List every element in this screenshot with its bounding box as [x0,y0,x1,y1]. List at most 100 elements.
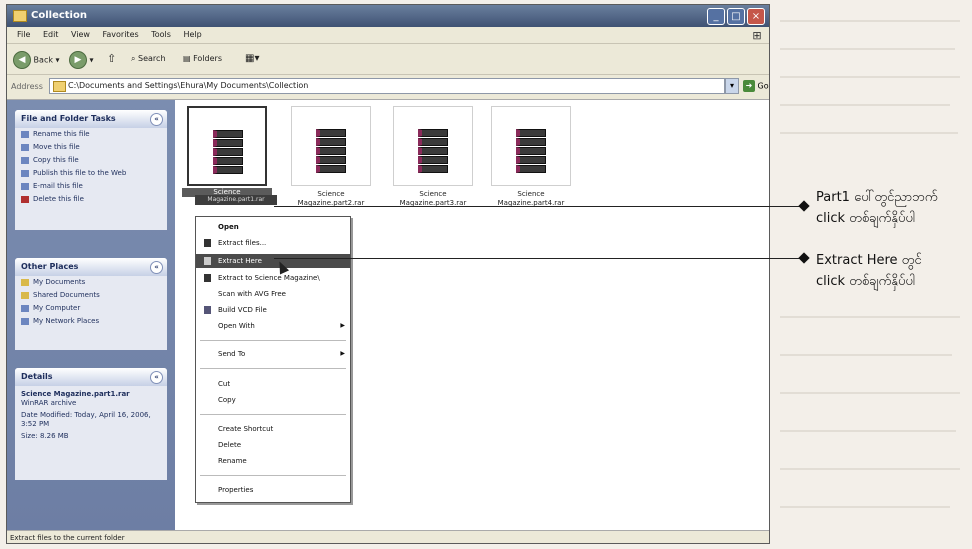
details-size: Size: 8.26 MB [21,432,69,440]
menu-file[interactable]: File [17,30,30,39]
folders-button[interactable]: ▤ Folders [183,51,222,67]
folders-icon: ▤ [183,54,191,63]
delete-x-icon [21,195,29,203]
toolbar: ◀ Back ▾ ▶ ▾ ⇧ ⌕ Search ▤ Folders ▦▾ [7,44,769,75]
go-button[interactable]: ➜ Go [743,80,769,92]
panel-title: Details [21,372,53,381]
panel-title: Other Places [21,262,79,271]
address-value: C:\Documents and Settings\Ehura\My Docum… [68,81,309,90]
task-move[interactable]: Move this file [15,141,167,154]
callout-label-part1: Part1 ပေါ်တွင်ညာဘက် click တစ်ချက်နှိပ်ပါ [816,187,937,229]
collapse-chevron-icon[interactable]: « [150,113,163,126]
panel-title: File and Folder Tasks [21,114,116,123]
details-panel: Details « Science Magazine.part1.rar Win… [15,368,167,480]
folder-icon [21,278,29,286]
menu-edit[interactable]: Edit [43,30,59,39]
folder-icon [53,81,66,92]
callout-extract-line2: click တစ်ချက်နှိပ်ပါ [816,274,916,289]
folder-icon [21,291,29,299]
menu-separator [200,340,346,341]
task-pane: File and Folder Tasks « Rename this file… [7,100,175,530]
search-button[interactable]: ⌕ Search [131,51,166,67]
collapse-chevron-icon[interactable]: « [150,371,163,384]
details-file-name: Science Magazine.part1.rar [21,390,130,398]
menu-tools[interactable]: Tools [151,30,171,39]
menu-separator [200,368,346,369]
file-item-part3[interactable] [393,106,473,186]
file-item-part1[interactable] [187,106,267,186]
minimize-button[interactable]: _ [707,8,725,25]
close-button[interactable]: × [747,8,765,25]
menu-item-build-vcd[interactable]: Build VCD File [196,303,350,317]
menu-help[interactable]: Help [183,30,201,39]
selected-file-name-box: Magazine.part1.rar [195,195,277,205]
menu-separator [200,414,346,415]
search-label: Search [138,54,166,63]
details-date-modified: Date Modified: Today, April 16, 2006, 3:… [21,411,151,428]
menu-item-copy[interactable]: Copy [196,393,350,407]
callout-extract-line1: Extract Here တွင် [816,253,922,268]
callout-part1-line2: click တစ်ချက်နှိပ်ပါ [816,211,916,226]
back-button[interactable]: ◀ Back ▾ [13,51,60,69]
winrar-icon [204,257,211,265]
callout-label-extract: Extract Here တွင် click တစ်ချက်နှိပ်ပါ [816,250,922,292]
panel-header[interactable]: Details « [15,368,167,386]
file-item-part4[interactable] [491,106,571,186]
menu-item-delete[interactable]: Delete [196,438,350,452]
search-icon: ⌕ [131,54,136,63]
task-rename[interactable]: Rename this file [15,128,167,141]
context-menu: Open Extract files... Extract Here Extra… [195,216,351,503]
vcd-icon [204,306,211,314]
menu-item-open-with[interactable]: Open With ▶ [196,319,350,333]
task-delete[interactable]: Delete this file [15,193,167,206]
menu-item-properties[interactable]: Properties [196,483,350,497]
callout-line-extract [274,258,804,259]
computer-icon [21,304,29,312]
menu-item-open[interactable]: Open [196,220,350,234]
menu-item-create-shortcut[interactable]: Create Shortcut [196,422,350,436]
panel-header[interactable]: Other Places « [15,258,167,276]
place-my-computer[interactable]: My Computer [15,302,167,315]
menu-favorites[interactable]: Favorites [103,30,139,39]
menu-item-rename[interactable]: Rename [196,454,350,468]
menu-item-scan-avg[interactable]: Scan with AVG Free [196,287,350,301]
maximize-button[interactable]: □ [727,8,745,25]
winrar-archive-icon [516,129,546,173]
copy-icon [21,156,29,164]
callout-line-part1 [274,206,804,207]
place-my-documents[interactable]: My Documents [15,276,167,289]
address-input[interactable]: C:\Documents and Settings\Ehura\My Docum… [49,78,725,94]
file-item-part2[interactable] [291,106,371,186]
panel-header[interactable]: File and Folder Tasks « [15,110,167,128]
task-email[interactable]: E-mail this file [15,180,167,193]
folder-icon [13,10,27,22]
menu-view[interactable]: View [71,30,90,39]
address-dropdown-button[interactable]: ▾ [725,78,739,94]
winrar-icon [204,239,211,247]
menu-separator [200,475,346,476]
winrar-archive-icon [418,129,448,173]
menu-item-send-to[interactable]: Send To ▶ [196,347,350,361]
menu-item-cut[interactable]: Cut [196,377,350,391]
collapse-chevron-icon[interactable]: « [150,261,163,274]
menu-bar: File Edit View Favorites Tools Help [7,27,769,44]
place-network[interactable]: My Network Places [15,315,167,328]
menu-item-extract-to[interactable]: Extract to Science Magazine\ [196,271,350,285]
folders-label: Folders [193,54,222,63]
menu-item-extract-files[interactable]: Extract files... [196,236,350,250]
email-icon [21,182,29,190]
task-copy[interactable]: Copy this file [15,154,167,167]
up-folder-icon[interactable]: ⇧ [107,51,116,67]
menu-item-extract-here[interactable]: Extract Here [196,254,350,268]
winrar-archive-icon [213,130,243,174]
winrar-icon [204,274,211,282]
address-label: Address [11,82,43,91]
place-shared-documents[interactable]: Shared Documents [15,289,167,302]
back-arrow-icon: ◀ [13,51,31,69]
forward-button[interactable]: ▶ ▾ [69,51,94,69]
views-button[interactable]: ▦▾ [245,51,259,67]
network-icon [21,317,29,325]
go-label: Go [757,81,769,91]
title-bar[interactable]: Collection _ □ × [7,5,769,27]
task-publish[interactable]: Publish this file to the Web [15,167,167,180]
